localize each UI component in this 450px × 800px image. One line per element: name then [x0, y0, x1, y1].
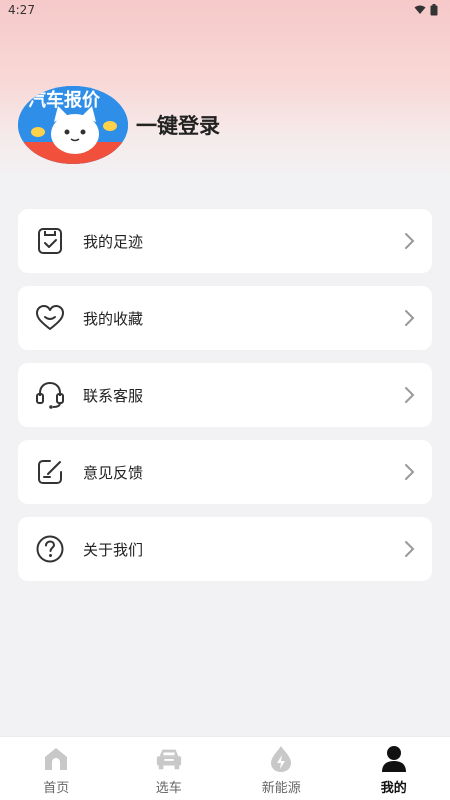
- question-icon: [35, 534, 65, 564]
- chevron-right-icon: [405, 233, 415, 249]
- status-icons: [414, 4, 438, 16]
- menu-item-about-us[interactable]: 关于我们: [18, 517, 432, 581]
- menu-list: 我的足迹 我的收藏 联系客服 意见反馈 关于我们: [18, 209, 432, 594]
- car-icon: [155, 745, 183, 773]
- chevron-right-icon: [405, 464, 415, 480]
- tab-mine[interactable]: 我的: [338, 737, 450, 800]
- tab-label: 首页: [43, 781, 70, 796]
- wifi-icon: [414, 5, 426, 14]
- chevron-right-icon: [405, 310, 415, 326]
- status-time: 4:27: [8, 3, 35, 17]
- tab-select-car[interactable]: 选车: [113, 737, 226, 800]
- tab-label: 新能源: [261, 781, 301, 796]
- avatar[interactable]: 汽车报价: [18, 86, 128, 164]
- menu-item-label: 联系客服: [83, 386, 144, 405]
- menu-item-feedback[interactable]: 意见反馈: [18, 440, 432, 504]
- tab-label: 我的: [380, 781, 407, 796]
- home-icon: [42, 745, 70, 773]
- user-icon: [380, 745, 408, 773]
- heart-icon: [35, 303, 65, 333]
- one-click-login-button[interactable]: 一键登录: [136, 110, 220, 140]
- profile-header[interactable]: 汽车报价 一键登录: [18, 86, 220, 164]
- menu-item-customer-service[interactable]: 联系客服: [18, 363, 432, 427]
- chevron-right-icon: [405, 541, 415, 557]
- menu-item-favorites[interactable]: 我的收藏: [18, 286, 432, 350]
- tab-home[interactable]: 首页: [0, 737, 113, 800]
- menu-item-label: 我的足迹: [83, 232, 144, 251]
- chevron-right-icon: [405, 387, 415, 403]
- battery-icon: [430, 4, 438, 16]
- menu-item-label: 关于我们: [83, 540, 144, 559]
- energy-drop-icon: [267, 745, 295, 773]
- avatar-banner-text: 汽车报价: [28, 89, 101, 111]
- menu-item-label: 我的收藏: [83, 309, 144, 328]
- status-bar: 4:27: [0, 0, 450, 20]
- bottom-tab-bar: 首页 选车 新能源 我的: [0, 736, 450, 800]
- headset-icon: [35, 380, 65, 410]
- tab-label: 选车: [155, 781, 182, 796]
- tab-new-energy[interactable]: 新能源: [225, 737, 338, 800]
- feedback-edit-icon: [35, 457, 65, 487]
- menu-item-footprint[interactable]: 我的足迹: [18, 209, 432, 273]
- menu-item-label: 意见反馈: [83, 463, 144, 482]
- footprint-icon: [35, 226, 65, 256]
